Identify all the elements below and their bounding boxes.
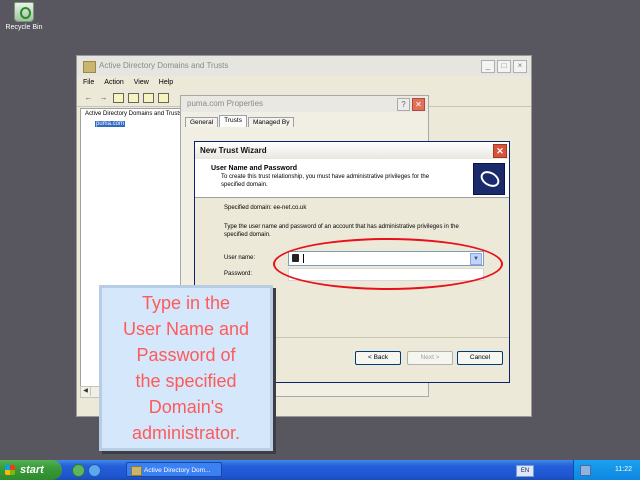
- main-window-titlebar[interactable]: Active Directory Domains and Trusts _ □ …: [77, 56, 531, 76]
- show-desktop-icon[interactable]: [72, 464, 85, 477]
- forward-arrow-icon[interactable]: →: [98, 93, 109, 103]
- tab-trusts[interactable]: Trusts: [219, 115, 247, 127]
- tab-managed-by[interactable]: Managed By: [247, 117, 295, 127]
- recycle-bin-icon: [14, 2, 34, 22]
- help-button[interactable]: ?: [397, 98, 410, 111]
- properties-title: puma.com Properties: [187, 99, 264, 108]
- main-window-title: Active Directory Domains and Trusts: [99, 61, 229, 70]
- wizard-header-description: To create this trust relationship, you m…: [221, 174, 430, 188]
- wizard-header: User Name and Password To create this tr…: [195, 159, 509, 198]
- properties-tabs: General Trusts Managed By: [181, 115, 428, 127]
- menu-view[interactable]: View: [134, 76, 149, 90]
- refresh-icon[interactable]: [158, 93, 169, 103]
- taskbar: start Active Directory Dom... EN 11:22: [0, 460, 640, 480]
- instruction-text: Type the user name and password of an ac…: [224, 224, 459, 238]
- wizard-close-button[interactable]: ✕: [493, 144, 507, 158]
- tree-item-puma[interactable]: puma.com: [81, 119, 181, 129]
- start-label: start: [20, 464, 44, 476]
- menu-action[interactable]: Action: [104, 76, 123, 90]
- taskbar-item-active-directory[interactable]: Active Directory Dom...: [126, 462, 222, 477]
- up-folder-icon[interactable]: [113, 93, 124, 103]
- internet-explorer-icon[interactable]: [88, 464, 101, 477]
- menu-file[interactable]: File: [83, 76, 94, 90]
- back-button[interactable]: < Back: [355, 351, 401, 365]
- network-icon[interactable]: [580, 465, 591, 476]
- tab-general[interactable]: General: [185, 117, 219, 127]
- close-button[interactable]: ×: [513, 60, 527, 73]
- windows-logo-icon: [5, 465, 15, 475]
- properties-close-button[interactable]: ✕: [412, 98, 425, 111]
- show-tree-icon[interactable]: [128, 93, 139, 103]
- password-label: Password:: [224, 271, 253, 277]
- instruction-callout: Type in the User Name and Password of th…: [99, 285, 273, 451]
- clock[interactable]: 11:22: [615, 460, 632, 480]
- highlight-ellipse: [273, 238, 503, 290]
- next-button[interactable]: Next >: [407, 351, 453, 365]
- maximize-button[interactable]: □: [497, 60, 511, 73]
- specified-domain-text: Specified domain: ee-net.co.uk: [224, 205, 307, 211]
- language-indicator[interactable]: EN: [516, 465, 534, 477]
- minimize-button[interactable]: _: [481, 60, 495, 73]
- properties-titlebar[interactable]: puma.com Properties ? ✕: [181, 96, 428, 112]
- wizard-header-title: User Name and Password: [211, 165, 297, 172]
- trust-wizard-icon: [473, 163, 505, 195]
- recycle-bin[interactable]: Recycle Bin: [4, 2, 44, 31]
- app-icon: [83, 61, 96, 73]
- start-button[interactable]: start: [0, 460, 62, 480]
- user-name-label: User name:: [224, 255, 256, 261]
- scroll-left-icon[interactable]: ◀: [81, 387, 91, 396]
- recycle-bin-label: Recycle Bin: [5, 24, 43, 31]
- wizard-titlebar[interactable]: New Trust Wizard ✕: [195, 142, 509, 159]
- properties-icon[interactable]: [143, 93, 154, 103]
- back-arrow-icon[interactable]: ←: [83, 93, 94, 103]
- tree-root[interactable]: Active Directory Domains and Trusts: [81, 109, 182, 119]
- menu-bar: File Action View Help: [77, 76, 531, 90]
- system-tray: EN 11:22: [516, 460, 640, 480]
- wizard-title: New Trust Wizard: [200, 146, 267, 155]
- app-icon: [131, 466, 142, 476]
- menu-help[interactable]: Help: [159, 76, 173, 90]
- cancel-button[interactable]: Cancel: [457, 351, 503, 365]
